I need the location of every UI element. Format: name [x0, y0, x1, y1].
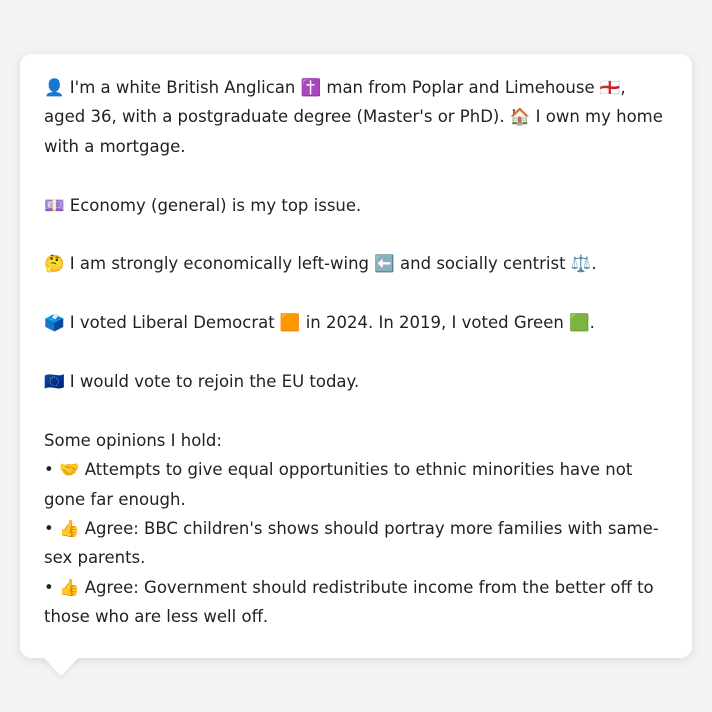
bubble-tail: [42, 656, 80, 676]
vote-history-text: 🗳️ I voted Liberal Democrat 🟧 in 2024. I…: [44, 313, 595, 333]
eu-stance-text: 🇪🇺 I would vote to rejoin the EU today.: [44, 372, 360, 391]
message-bubble: 👤 I'm a white British Anglican ✝️ man fr…: [20, 54, 692, 658]
opinion-item: • 👍 Agree: BBC children's shows should p…: [44, 519, 659, 568]
ideology-text: 🤔 I am strongly economically left-wing ⬅…: [44, 254, 597, 274]
opinion-item: • 👍 Agree: Government should redistribut…: [44, 577, 654, 627]
opinion-item: • 🤝 Attempts to give equal opportunities…: [44, 460, 633, 509]
top-issue-text: 💷 Economy (general) is my top issue.: [44, 195, 362, 215]
intro-text: 👤 I'm a white British Anglican ✝️ man fr…: [44, 78, 663, 156]
opinions-heading: Some opinions I hold:: [44, 430, 222, 450]
